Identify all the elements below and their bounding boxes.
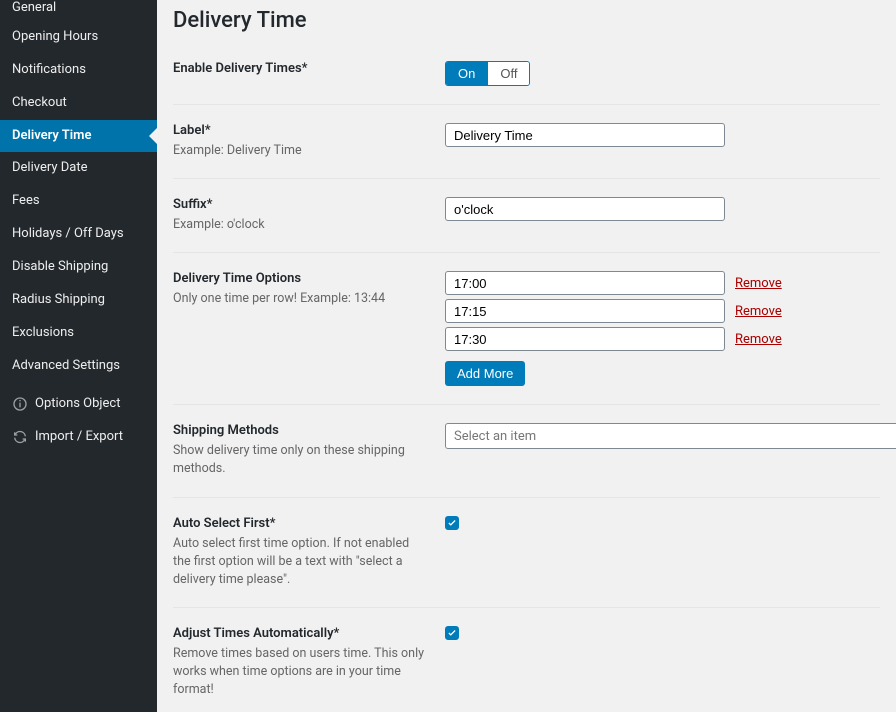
sidebar-item-fees[interactable]: Fees: [0, 185, 157, 218]
shipping-select[interactable]: Select an item: [445, 423, 896, 449]
sidebar-item-label: Delivery Time: [12, 128, 91, 145]
sidebar-item-label: Import / Export: [35, 429, 123, 446]
sidebar-item-label: Holidays / Off Days: [12, 226, 124, 243]
sidebar-item-holidays[interactable]: Holidays / Off Days: [0, 218, 157, 251]
autofirst-checkbox[interactable]: [445, 516, 459, 530]
toggle-off[interactable]: Off: [487, 62, 529, 85]
label-hint: Example: Delivery Time: [173, 143, 302, 158]
sidebar-item-label: General: [12, 0, 56, 17]
label-label: Label*: [173, 123, 425, 138]
sidebar-item-disable-shipping[interactable]: Disable Shipping: [0, 251, 157, 284]
remove-link[interactable]: Remove: [735, 304, 782, 319]
autofirst-label: Auto Select First*: [173, 516, 425, 531]
sidebar-item-label: Radius Shipping: [12, 292, 105, 309]
page-title: Delivery Time: [173, 8, 880, 33]
sidebar-item-label: Delivery Date: [12, 160, 88, 177]
time-option-input[interactable]: [445, 327, 725, 351]
shipping-label: Shipping Methods: [173, 423, 425, 438]
sidebar-item-label: Fees: [12, 193, 40, 210]
suffix-label: Suffix*: [173, 197, 425, 212]
options-hint: Only one time per row! Example: 13:44: [173, 291, 385, 306]
sidebar-item-label: Disable Shipping: [12, 259, 108, 276]
sidebar-item-label: Checkout: [12, 95, 67, 112]
remove-link[interactable]: Remove: [735, 332, 782, 347]
sidebar-item-label: Advanced Settings: [12, 358, 120, 375]
shipping-hint: Show delivery time only on these shippin…: [173, 443, 405, 476]
adjust-hint: Remove times based on users time. This o…: [173, 646, 424, 697]
sidebar-item-label: Options Object: [35, 396, 121, 413]
enable-toggle[interactable]: On Off: [445, 61, 530, 86]
adjust-label: Adjust Times Automatically*: [173, 626, 425, 641]
adjust-checkbox[interactable]: [445, 626, 459, 640]
shipping-placeholder: Select an item: [454, 429, 536, 444]
time-option-input[interactable]: [445, 299, 725, 323]
sidebar-item-label: Exclusions: [12, 325, 74, 342]
suffix-input[interactable]: [445, 197, 725, 221]
toggle-on[interactable]: On: [446, 62, 487, 85]
refresh-icon: [12, 429, 28, 445]
add-more-button[interactable]: Add More: [445, 361, 525, 386]
autofirst-hint: Auto select first time option. If not en…: [173, 536, 409, 587]
enable-label: Enable Delivery Times*: [173, 61, 425, 76]
sidebar-item-radius-shipping[interactable]: Radius Shipping: [0, 284, 157, 317]
time-option-input[interactable]: [445, 271, 725, 295]
sidebar-item-advanced[interactable]: Advanced Settings: [0, 350, 157, 383]
suffix-hint: Example: o'clock: [173, 217, 265, 232]
sidebar-item-general[interactable]: General: [0, 0, 157, 21]
sidebar-item-label: Notifications: [12, 62, 86, 79]
sidebar-item-options-object[interactable]: Options Object: [0, 388, 157, 421]
sidebar-item-import-export[interactable]: Import / Export: [0, 421, 157, 454]
sidebar-item-opening-hours[interactable]: Opening Hours: [0, 21, 157, 54]
sidebar-item-exclusions[interactable]: Exclusions: [0, 317, 157, 350]
label-input[interactable]: [445, 123, 725, 147]
remove-link[interactable]: Remove: [735, 276, 782, 291]
sidebar-item-delivery-time[interactable]: Delivery Time: [0, 120, 157, 153]
sidebar-item-notifications[interactable]: Notifications: [0, 54, 157, 87]
sidebar-item-label: Opening Hours: [12, 29, 98, 46]
info-icon: [12, 396, 28, 412]
sidebar-item-delivery-date[interactable]: Delivery Date: [0, 152, 157, 185]
sidebar-item-checkout[interactable]: Checkout: [0, 87, 157, 120]
options-label: Delivery Time Options: [173, 271, 425, 286]
